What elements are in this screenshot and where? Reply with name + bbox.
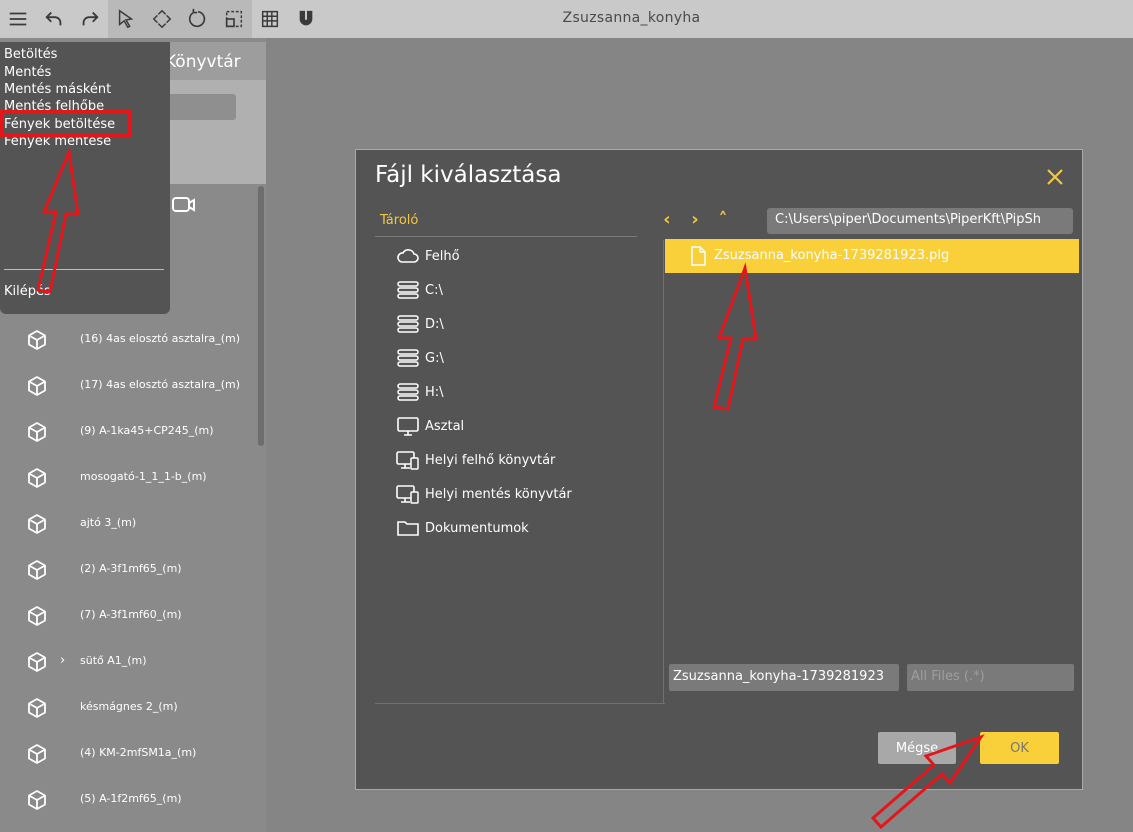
cube-icon: [26, 513, 48, 535]
object-label: ajtó 3_(m): [80, 516, 137, 529]
location-item[interactable]: G:\: [396, 346, 444, 370]
location-item[interactable]: C:\: [396, 278, 443, 302]
drive-icon: [396, 348, 420, 368]
object-label: késmágnes 2_(m): [80, 700, 178, 713]
cube-icon: [26, 789, 48, 811]
file-list-item[interactable]: Zsuzsanna_konyha-1739281923.plg: [665, 239, 1079, 273]
back-icon[interactable]: ‹: [660, 210, 674, 230]
dialog-title: Fájl kiválasztása: [375, 162, 562, 188]
object-label: (17) 4as elosztó asztalra_(m): [80, 378, 241, 391]
object-list-item[interactable]: (17) 4as elosztó asztalra_(m): [0, 369, 266, 403]
pane-divider-bottom: [375, 703, 665, 704]
location-item[interactable]: Helyi felhő könyvtár: [396, 448, 555, 472]
document-title: Zsuzsanna_konyha: [562, 10, 701, 26]
object-label: (5) A-1f2mf65_(m): [80, 792, 182, 805]
location-label: C:\: [425, 282, 443, 298]
drive-icon: [396, 280, 420, 300]
library-search-input[interactable]: [168, 94, 236, 120]
object-list-item[interactable]: (16) 4as elosztó asztalra_(m): [0, 323, 266, 357]
menu-item-load[interactable]: Betöltés: [4, 47, 57, 62]
file-type-filter[interactable]: All Files (.*): [907, 664, 1074, 691]
storage-header: Tároló: [375, 203, 637, 237]
location-item[interactable]: Helyi mentés könyvtár: [396, 482, 572, 506]
desktop-icon: [396, 416, 420, 436]
menu-divider: [4, 269, 164, 270]
location-label: Helyi mentés könyvtár: [425, 486, 572, 502]
object-list-item[interactable]: (9) A-1ka45+CP245_(m): [0, 415, 266, 449]
location-item[interactable]: Asztal: [396, 414, 464, 438]
location-label: H:\: [425, 384, 444, 400]
file-menu: Betöltés Mentés Mentés másként Mentés fe…: [0, 42, 170, 314]
up-icon[interactable]: ˄: [716, 210, 730, 230]
object-label: (7) A-3f1mf60_(m): [80, 608, 182, 621]
cloud-icon: [396, 246, 420, 266]
cube-icon: [26, 329, 48, 351]
library-scrollbar[interactable]: [258, 186, 264, 446]
menu-item-save-as[interactable]: Mentés másként: [4, 82, 111, 97]
location-item[interactable]: Felhő: [396, 244, 460, 268]
annotation-highlight-box: [0, 110, 131, 137]
location-label: Dokumentumok: [425, 520, 529, 536]
location-label: Felhő: [425, 248, 460, 264]
object-label: sütő A1_(m): [80, 654, 147, 667]
library-title: Könyvtár: [165, 52, 241, 72]
object-list-item[interactable]: (2) A-3f1mf65_(m): [0, 553, 266, 587]
computer-icon: [396, 450, 420, 470]
location-label: G:\: [425, 350, 444, 366]
menu-item-exit[interactable]: Kilépés: [4, 284, 51, 299]
object-list-item[interactable]: › sütő A1_(m): [0, 645, 266, 679]
cancel-button[interactable]: Mégse: [878, 732, 956, 764]
location-item[interactable]: D:\: [396, 312, 444, 336]
cube-icon: [26, 605, 48, 627]
object-list-item[interactable]: (7) A-3f1mf60_(m): [0, 599, 266, 633]
object-list-item[interactable]: mosogató-1_1_1-b_(m): [0, 461, 266, 495]
file-icon: [691, 246, 706, 266]
cube-icon: [26, 697, 48, 719]
path-input[interactable]: C:\Users\piper\Documents\PiperKft\PipSh: [767, 208, 1073, 234]
object-label: (9) A-1ka45+CP245_(m): [80, 424, 214, 437]
forward-icon[interactable]: ›: [688, 210, 702, 230]
location-label: D:\: [425, 316, 444, 332]
object-label: (2) A-3f1mf65_(m): [80, 562, 182, 575]
object-list-item[interactable]: (5) A-1f2mf65_(m): [0, 783, 266, 817]
object-label: mosogató-1_1_1-b_(m): [80, 470, 207, 483]
top-toolbar: Zsuzsanna_konyha: [0, 0, 1133, 38]
folder-icon: [396, 518, 420, 538]
cube-icon: [26, 651, 48, 673]
location-item[interactable]: H:\: [396, 380, 444, 404]
cube-icon: [26, 467, 48, 489]
ok-button[interactable]: OK: [980, 732, 1059, 764]
drive-icon: [396, 314, 420, 334]
storage-label: Tároló: [380, 213, 419, 228]
location-label: Helyi felhő könyvtár: [425, 452, 556, 468]
object-label: (4) KM-2mfSM1a_(m): [80, 746, 197, 759]
cube-icon: [26, 743, 48, 765]
cube-icon: [26, 375, 48, 397]
file-select-dialog: Fájl kiválasztása Tároló Felhő C:\ D:\ G:\ H…: [355, 149, 1083, 790]
close-icon[interactable]: [1044, 166, 1066, 188]
camera-icon[interactable]: [172, 196, 196, 214]
drive-icon: [396, 382, 420, 402]
object-label: (16) 4as elosztó asztalra_(m): [80, 332, 241, 345]
pane-divider: [663, 240, 664, 704]
cube-icon: [26, 421, 48, 443]
file-name: Zsuzsanna_konyha-1739281923.plg: [714, 248, 950, 263]
computer-icon: [396, 484, 420, 504]
object-list-item[interactable]: ajtó 3_(m): [0, 507, 266, 541]
filename-input[interactable]: Zsuzsanna_konyha-1739281923: [669, 664, 899, 691]
object-list-item[interactable]: (4) KM-2mfSM1a_(m): [0, 737, 266, 771]
path-navigation: ‹ › ˄: [660, 210, 730, 230]
location-item[interactable]: Dokumentumok: [396, 516, 529, 540]
object-list-item[interactable]: késmágnes 2_(m): [0, 691, 266, 725]
cube-icon: [26, 559, 48, 581]
menu-item-save[interactable]: Mentés: [4, 65, 51, 80]
location-label: Asztal: [425, 418, 465, 434]
chevron-right-icon[interactable]: ›: [60, 653, 65, 668]
